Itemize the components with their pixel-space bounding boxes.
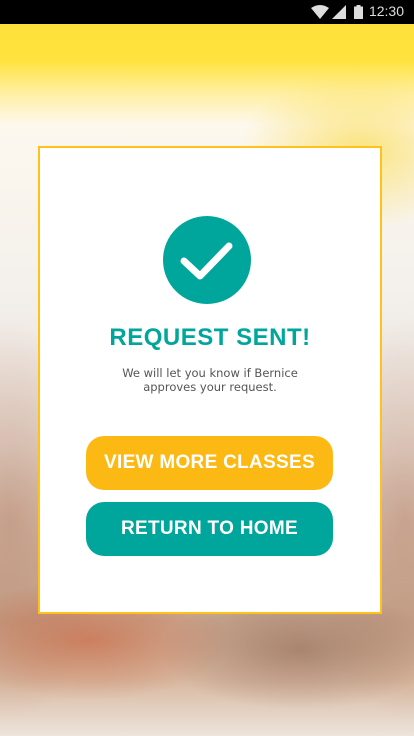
- battery-icon: [354, 5, 363, 19]
- wifi-icon: [311, 5, 329, 19]
- dialog-title: REQUEST SENT!: [109, 324, 311, 351]
- request-sent-dialog: REQUEST SENT! We will let you know if Be…: [38, 146, 382, 614]
- dialog-message: We will let you know if Bernice approves…: [122, 366, 298, 394]
- status-time: 12:30: [368, 3, 404, 19]
- signal-icon: [332, 5, 346, 19]
- return-to-home-button[interactable]: RETURN TO HOME: [86, 502, 333, 556]
- status-bar: 12:30: [0, 0, 414, 24]
- check-circle-icon: [163, 216, 251, 304]
- view-more-classes-button[interactable]: VIEW MORE CLASSES: [86, 436, 333, 490]
